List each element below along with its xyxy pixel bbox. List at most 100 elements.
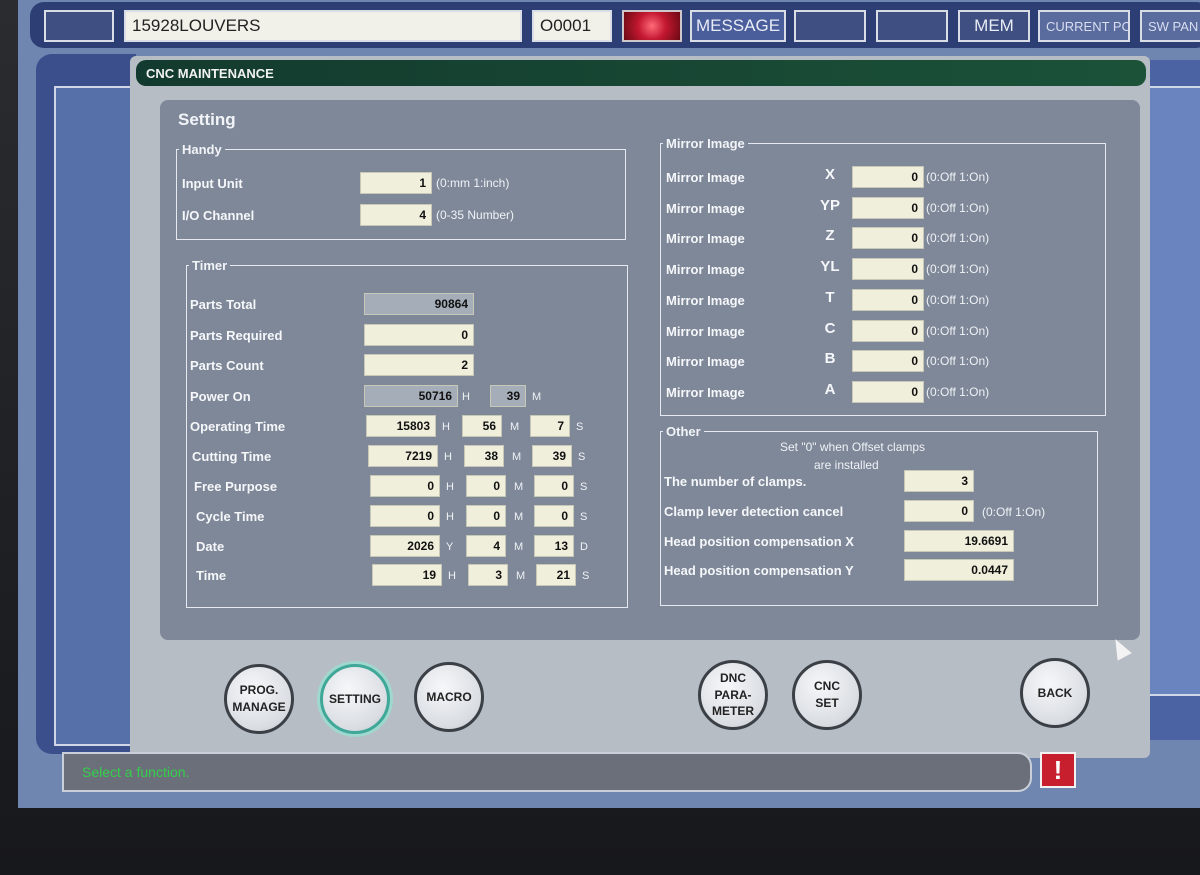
input-unit-field[interactable]: 1 — [360, 172, 432, 194]
mirror-image-field[interactable]: 0 — [852, 380, 924, 403]
prog-manage-label-2: MANAGE — [232, 700, 286, 714]
cutting-time-label: Cutting Time — [192, 449, 272, 464]
input-unit-label: Input Unit — [182, 176, 243, 191]
parts-required-label: Parts Required — [190, 328, 283, 343]
operating-time-m-field[interactable]: 56 — [462, 415, 502, 437]
date-d-unit: D — [580, 541, 588, 553]
time-h-unit: H — [448, 570, 456, 582]
mirror-image-hint: (0:Off 1:On) — [926, 231, 990, 246]
sw-panel-button[interactable]: SW PAN — [1140, 10, 1200, 42]
status-message: Select a function. — [82, 764, 190, 780]
cnc-set-button[interactable]: CNC SET — [792, 660, 862, 730]
time-label: Time — [196, 568, 227, 583]
message-button[interactable]: MESSAGE — [690, 10, 786, 42]
date-month-field[interactable]: 4 — [466, 535, 506, 557]
time-m-unit: M — [516, 570, 526, 582]
offset-clamp-note-line1: Set "0" when Offset clamps — [780, 440, 926, 454]
mirror-axis-label: C — [824, 319, 836, 337]
io-channel-field[interactable]: 4 — [360, 204, 432, 226]
setting-label: SETTING — [328, 691, 381, 706]
date-label: Date — [196, 539, 225, 554]
cycle-time-m-unit: M — [514, 511, 524, 523]
mirror-image-label: Mirror Image — [666, 231, 745, 247]
mirror-image-field[interactable]: 0 — [852, 227, 924, 250]
cycle-time-s-field[interactable]: 0 — [534, 505, 574, 527]
free-purpose-m-field[interactable]: 0 — [466, 475, 506, 497]
mirror-image-label: Mirror Image — [666, 262, 745, 278]
mirror-axis-label: B — [824, 350, 836, 368]
mirror-image-field[interactable]: 0 — [852, 319, 924, 342]
mirror-image-hint: (0:Off 1:On) — [926, 384, 990, 399]
mirror-image-field[interactable]: 0 — [852, 288, 924, 311]
mirror-axis-label: YP — [819, 196, 840, 214]
clamp-count-label: The number of clamps. — [664, 474, 807, 489]
power-on-m-unit: M — [532, 391, 542, 403]
cnc-maintenance-panel: CNC MAINTENANCE Setting Handy Input Unit… — [130, 56, 1150, 758]
free-purpose-h-field[interactable]: 0 — [370, 475, 440, 497]
clamp-lever-field[interactable]: 0 — [904, 500, 974, 522]
cutting-time-m-field[interactable]: 38 — [464, 445, 504, 467]
topbar-blank-slot — [794, 10, 866, 42]
cycle-time-label: Cycle Time — [196, 509, 265, 524]
io-channel-label: I/O Channel — [182, 208, 255, 223]
section-title: Setting — [178, 110, 236, 129]
topbar-blank-slot — [876, 10, 948, 42]
mirror-image-hint: (0:Off 1:On) — [926, 262, 990, 277]
mirror-image-label: Mirror Image — [666, 170, 745, 185]
date-y-unit: Y — [446, 541, 454, 553]
cutting-time-m-unit: M — [512, 451, 522, 463]
mirror-image-hint: (0:Off 1:On) — [926, 170, 990, 184]
input-unit-hint: (0:mm 1:inch) — [436, 176, 510, 190]
parts-count-field[interactable]: 2 — [364, 354, 474, 376]
cycle-time-h-field[interactable]: 0 — [370, 505, 440, 527]
back-button[interactable]: BACK — [1020, 658, 1090, 728]
operating-time-m-unit: M — [510, 421, 520, 433]
alert-icon[interactable]: ! — [1040, 752, 1076, 788]
cycle-time-m-field[interactable]: 0 — [466, 505, 506, 527]
io-channel-hint: (0-35 Number) — [436, 208, 515, 222]
free-purpose-s-field[interactable]: 0 — [534, 475, 574, 497]
mirror-image-field[interactable]: 0 — [852, 196, 924, 219]
cutting-time-h-field[interactable]: 7219 — [368, 445, 438, 467]
cutting-time-s-field[interactable]: 39 — [532, 445, 572, 467]
time-m-field[interactable]: 3 — [468, 564, 508, 586]
power-on-minutes-field: 39 — [490, 385, 526, 407]
program-number-field: O0001 — [532, 10, 612, 42]
mirror-image-field[interactable]: 0 — [852, 258, 924, 281]
clamp-count-field[interactable]: 3 — [904, 470, 974, 492]
mirror-image-label: Mirror Image — [666, 292, 745, 308]
operating-time-s-field[interactable]: 7 — [530, 415, 570, 437]
parts-total-label: Parts Total — [190, 297, 257, 312]
left-frame-inner — [54, 86, 134, 746]
head-comp-x-field[interactable]: 19.6691 — [904, 530, 1014, 552]
time-s-field[interactable]: 21 — [536, 564, 576, 586]
dnc-label-1: DNC — [720, 670, 746, 685]
cycle-time-h-unit: H — [446, 511, 454, 523]
setting-button[interactable]: SETTING — [320, 664, 390, 734]
time-h-field[interactable]: 19 — [372, 564, 442, 586]
mirror-axis-label: X — [824, 166, 835, 183]
current-pos-button[interactable]: CURRENT POS — [1038, 10, 1130, 42]
parts-total-field: 90864 — [364, 293, 474, 315]
mirror-image-field[interactable]: 0 — [852, 350, 924, 373]
operating-time-s-unit: S — [576, 421, 584, 433]
date-day-field[interactable]: 13 — [534, 535, 574, 557]
dnc-label-2: PARA- — [714, 687, 752, 702]
dnc-parameter-button[interactable]: DNC PARA- METER — [698, 660, 768, 730]
macro-button[interactable]: MACRO — [414, 662, 484, 732]
operating-time-h-unit: H — [442, 421, 450, 433]
mirror-axis-label: T — [825, 288, 835, 306]
date-year-field[interactable]: 2026 — [370, 535, 440, 557]
mirror-axis-label: Z — [825, 227, 835, 245]
mirror-image-label: Mirror Image — [666, 200, 745, 216]
mirror-image-field[interactable]: 0 — [852, 166, 924, 188]
alarm-lamp-icon — [622, 10, 682, 42]
prog-manage-button[interactable]: PROG. MANAGE — [224, 664, 294, 734]
head-comp-y-field[interactable]: 0.0447 — [904, 559, 1014, 581]
parts-required-field[interactable]: 0 — [364, 324, 474, 346]
mirror-image-hint: (0:Off 1:On) — [926, 200, 990, 215]
topbar-blank-slot — [44, 10, 114, 42]
operating-time-h-field[interactable]: 15803 — [366, 415, 436, 437]
date-m-unit: M — [514, 541, 524, 553]
program-name-field: 15928LOUVERS — [124, 10, 522, 42]
